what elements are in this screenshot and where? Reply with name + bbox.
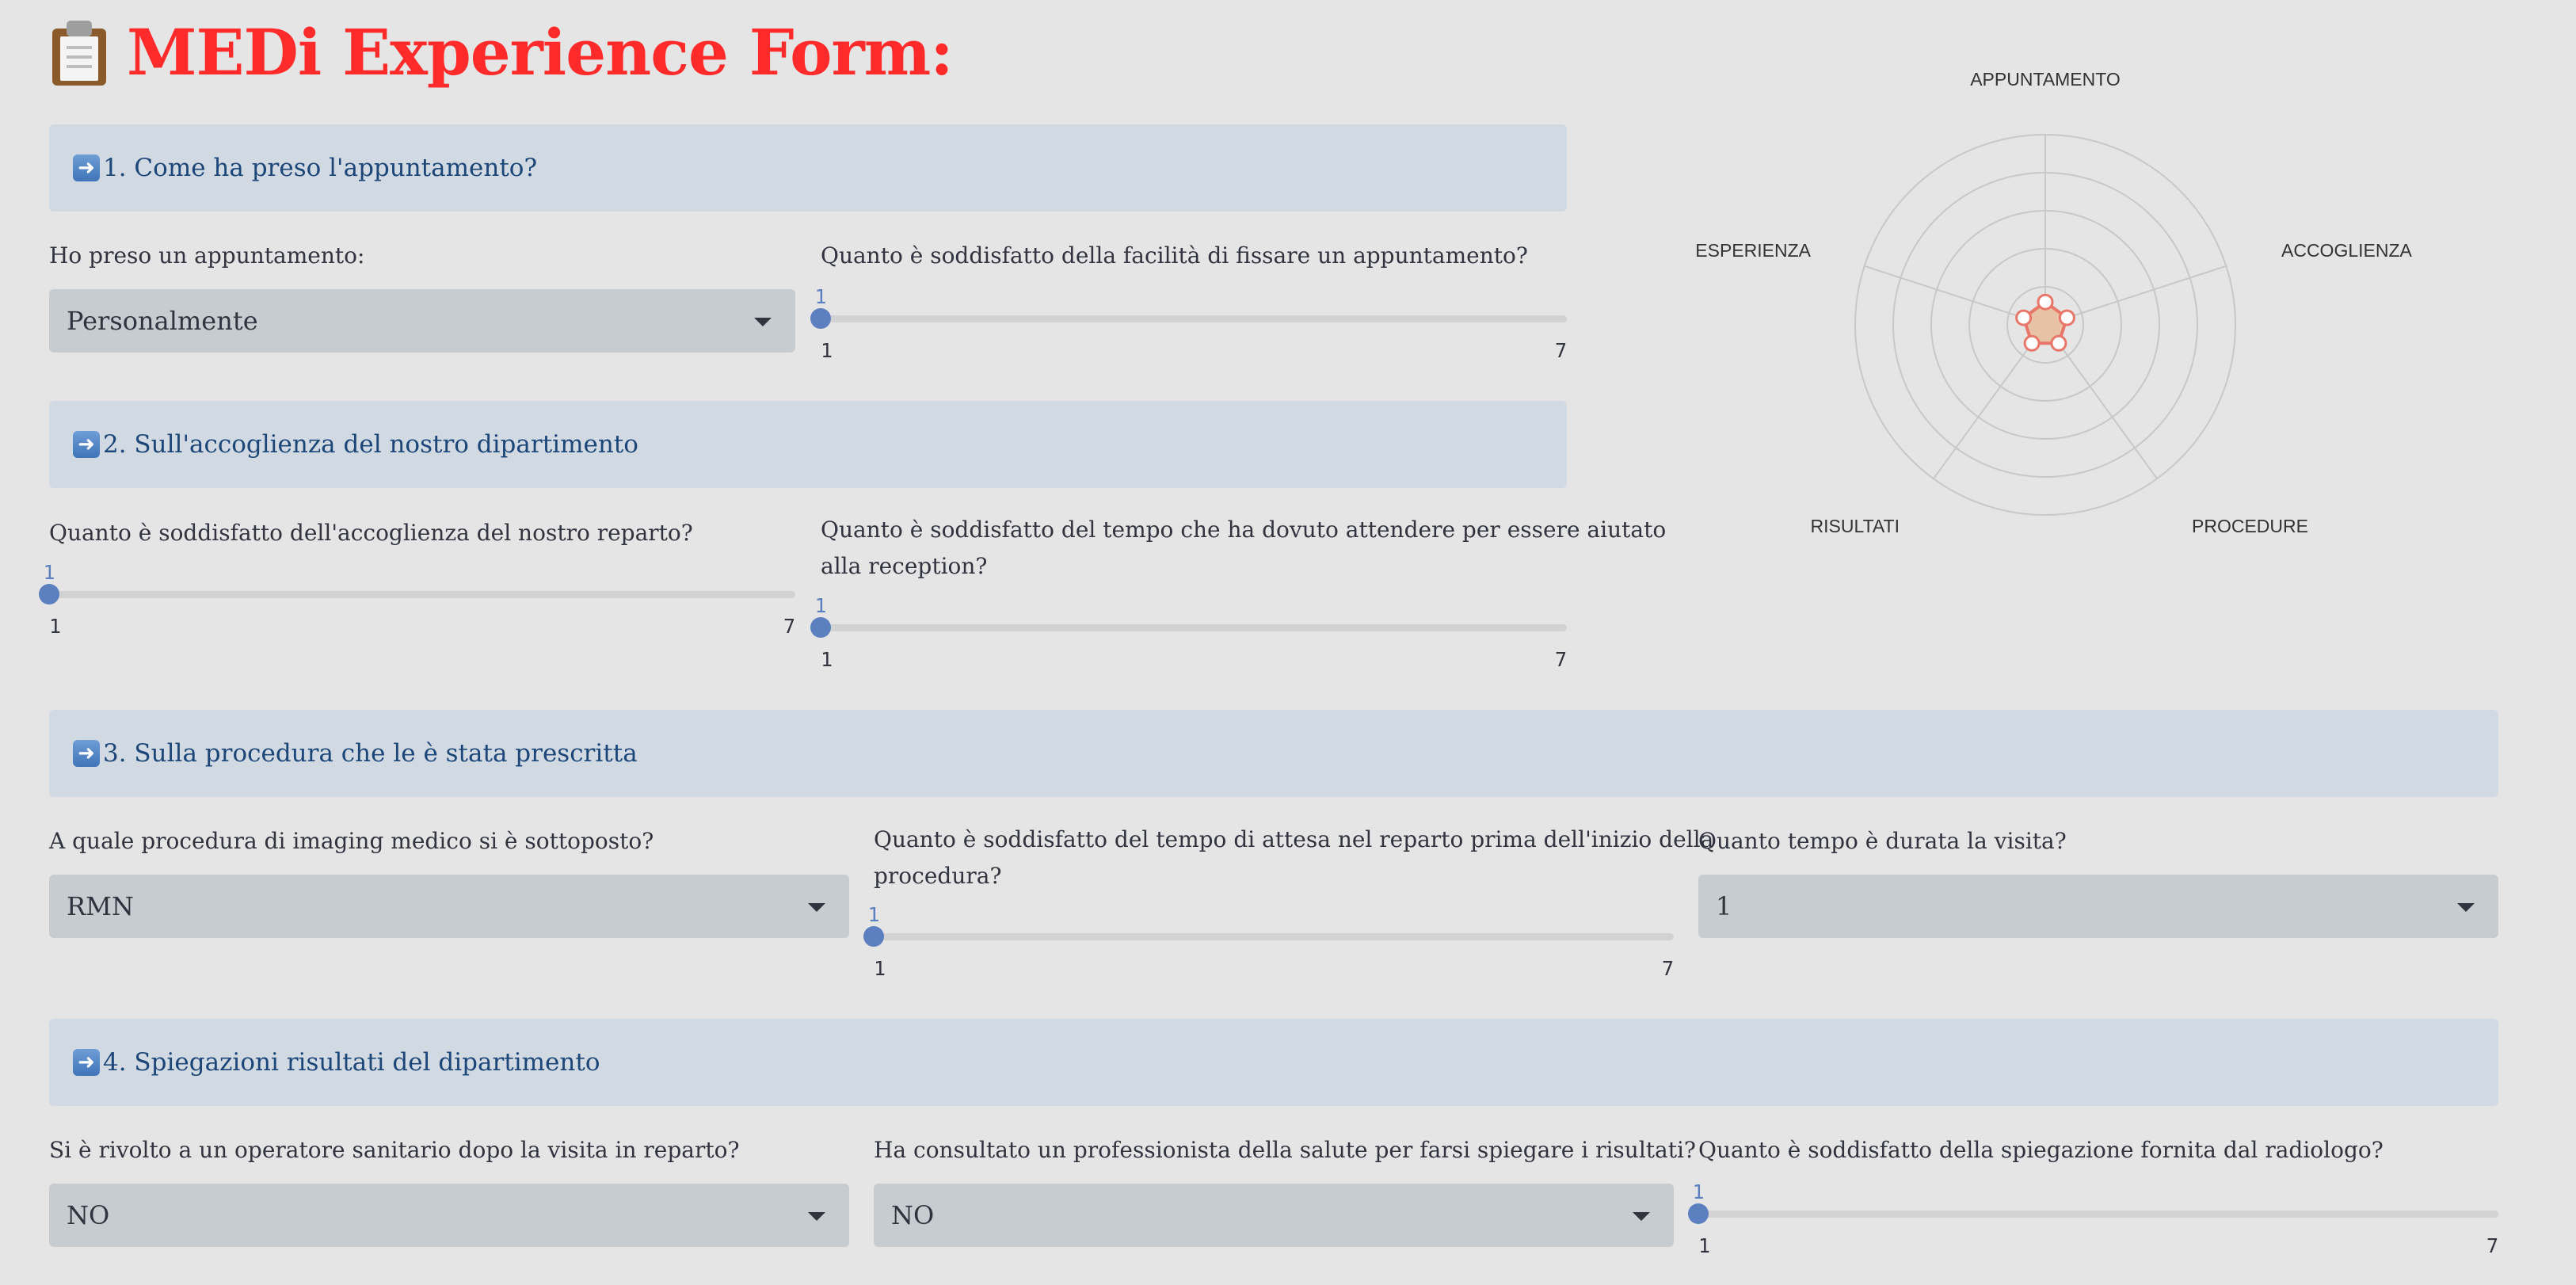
- select-value: Personalmente: [67, 306, 258, 336]
- appointment-method-label: Ho preso un appuntamento:: [49, 242, 365, 269]
- health-professional-select[interactable]: NO: [874, 1184, 1674, 1247]
- visit-duration-label: Quanto tempo è durata la visita?: [1698, 828, 2067, 854]
- health-operator-label: Si è rivolto a un operatore sanitario do…: [49, 1137, 740, 1163]
- slider-min: 1: [49, 615, 62, 638]
- slider-max: 7: [2486, 1234, 2498, 1257]
- slider-max: 7: [1554, 648, 1567, 671]
- procedure-label: A quale procedura di imaging medico si è…: [49, 828, 654, 854]
- welcome-satisfaction-label: Quanto è soddisfatto dell'accoglienza de…: [49, 520, 693, 546]
- radar-point: [2037, 293, 2054, 311]
- section-title: 1. Come ha preso l'appuntamento?: [103, 154, 538, 182]
- slider-value: 1: [814, 594, 827, 617]
- slider-min: 1: [821, 339, 833, 362]
- pre-procedure-wait-label: Quanto è soddisfatto del tempo di attesa…: [874, 822, 1713, 894]
- slider-track[interactable]: [821, 624, 1567, 631]
- welcome-satisfaction-slider[interactable]: 1 1 7: [39, 561, 795, 640]
- section-header-4: ➜ 4. Spiegazioni risultati del dipartime…: [49, 1019, 2498, 1106]
- label-line: Quanto è soddisfatto del tempo che ha do…: [821, 517, 1667, 543]
- radar-point: [2015, 309, 2033, 326]
- radar-point: [2023, 334, 2041, 352]
- select-value: 1: [1716, 891, 1732, 921]
- satisfaction-radar-chart: APPUNTAMENTO ACCOGLIENZA PROCEDURE RISULTAT…: [1695, 69, 2413, 536]
- clipboard-icon: [49, 19, 109, 86]
- title-row: MEDi Experience Form:: [49, 11, 954, 93]
- slider-value: 1: [867, 903, 880, 926]
- chevron-down-icon: [754, 318, 772, 326]
- chevron-down-icon: [808, 1212, 825, 1221]
- radar-axis-label: ACCOGLIENZA: [2281, 240, 2413, 261]
- right-arrow-icon: ➜: [73, 1049, 100, 1076]
- section-title: 3. Sulla procedura che le è stata prescr…: [103, 739, 638, 768]
- select-value: NO: [891, 1200, 935, 1230]
- reception-wait-slider[interactable]: 1 1 7: [810, 594, 1567, 673]
- slider-value: 1: [814, 285, 827, 308]
- slider-track[interactable]: [1698, 1211, 2498, 1218]
- section-header-3: ➜ 3. Sulla procedura che le è stata pres…: [49, 710, 2498, 797]
- slider-track[interactable]: [49, 591, 795, 598]
- health-professional-label: Ha consultato un professionista della sa…: [874, 1137, 1696, 1163]
- slider-thumb[interactable]: [863, 926, 884, 947]
- health-operator-select[interactable]: NO: [49, 1184, 849, 1247]
- slider-min: 1: [1698, 1234, 1711, 1257]
- slider-max: 7: [1661, 957, 1674, 980]
- slider-thumb[interactable]: [810, 617, 831, 638]
- label-line: alla reception?: [821, 553, 988, 579]
- section-title: 2. Sull'accoglienza del nostro dipartime…: [103, 430, 638, 459]
- slider-track[interactable]: [821, 315, 1567, 322]
- slider-thumb[interactable]: [39, 584, 59, 604]
- select-value: RMN: [67, 891, 134, 921]
- appointment-ease-slider[interactable]: 1 1 7: [810, 285, 1567, 364]
- radar-axis-label: ESPERIENZA: [1695, 240, 1811, 261]
- chevron-down-icon: [1633, 1212, 1650, 1221]
- page-title: MEDi Experience Form:: [127, 15, 954, 90]
- section-title: 4. Spiegazioni risultati del dipartiment…: [103, 1048, 600, 1077]
- pre-procedure-wait-slider[interactable]: 1 1 7: [863, 903, 1674, 982]
- radiologist-explanation-slider[interactable]: 1 1 7: [1688, 1180, 2498, 1260]
- appointment-method-select[interactable]: Personalmente: [49, 289, 795, 353]
- chevron-down-icon: [2457, 903, 2475, 912]
- slider-max: 7: [1554, 339, 1567, 362]
- slider-track[interactable]: [874, 933, 1674, 940]
- slider-max: 7: [783, 615, 795, 638]
- radar-point: [2050, 334, 2067, 352]
- procedure-select[interactable]: RMN: [49, 875, 849, 938]
- reception-wait-label: Quanto è soddisfatto del tempo che ha do…: [821, 512, 1666, 585]
- radar-axis-label: APPUNTAMENTO: [1970, 69, 2121, 90]
- radar-point: [2058, 309, 2075, 326]
- section-header-2: ➜ 2. Sull'accoglienza del nostro diparti…: [49, 401, 1567, 488]
- radar-axis-label: RISULTATI: [1811, 516, 1900, 536]
- slider-thumb[interactable]: [810, 308, 831, 329]
- select-value: NO: [67, 1200, 110, 1230]
- slider-min: 1: [821, 648, 833, 671]
- radar-axis-label: PROCEDURE: [2192, 516, 2308, 536]
- slider-value: 1: [1692, 1180, 1705, 1203]
- visit-duration-select[interactable]: 1: [1698, 875, 2498, 938]
- label-line: procedura?: [874, 863, 1002, 889]
- right-arrow-icon: ➜: [73, 154, 100, 181]
- label-line: Quanto è soddisfatto del tempo di attesa…: [874, 826, 1714, 852]
- section-header-1: ➜ 1. Come ha preso l'appuntamento?: [49, 124, 1567, 212]
- appointment-ease-label: Quanto è soddisfatto della facilità di f…: [821, 242, 1528, 269]
- slider-thumb[interactable]: [1688, 1203, 1709, 1224]
- radiologist-explanation-label: Quanto è soddisfatto della spiegazione f…: [1698, 1137, 2384, 1163]
- chevron-down-icon: [808, 903, 825, 912]
- right-arrow-icon: ➜: [73, 740, 100, 767]
- slider-value: 1: [43, 561, 55, 584]
- right-arrow-icon: ➜: [73, 431, 100, 458]
- slider-min: 1: [874, 957, 886, 980]
